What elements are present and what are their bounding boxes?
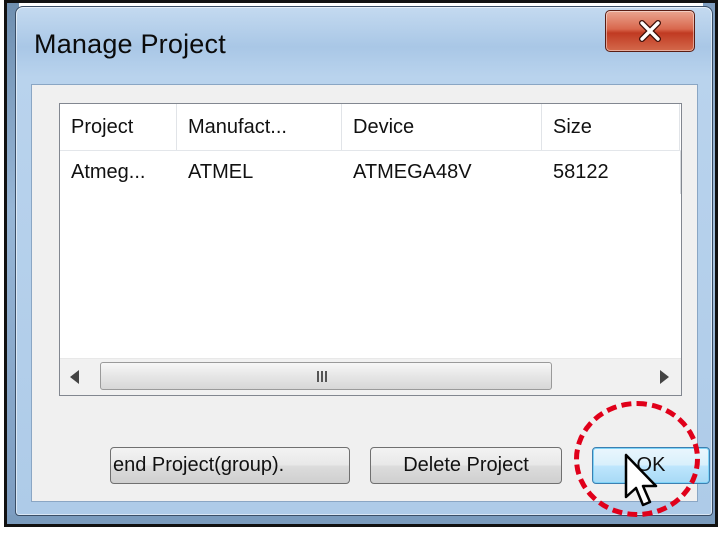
scrollbar-thumb[interactable] [100,362,552,390]
cell-project: Atmeg... [71,161,146,183]
delete-project-button[interactable]: Delete Project [370,447,562,484]
dialog-client-area: Project Manufact... Device Size Atmeg...… [31,84,710,502]
cell-manufacturer: ATMEL [188,161,254,183]
scrollbar-grip-icon [317,371,329,383]
column-header-project[interactable]: Project [60,104,177,150]
window-title: Manage Project [34,29,226,59]
scroll-left-arrow-icon[interactable] [70,370,79,384]
list-header: Project Manufact... Device Size [60,104,681,151]
cell-device: ATMEGA48V [353,161,472,183]
mouse-cursor-icon [624,453,658,507]
close-icon [639,20,661,42]
table-row[interactable]: Atmeg... ATMEL ATMEGA48V 58122 [60,151,681,194]
cell-size: 58122 [553,161,609,183]
column-header-size[interactable]: Size [542,104,680,150]
column-header-device[interactable]: Device [342,104,542,150]
append-project-button[interactable]: end Project(group). [110,447,350,484]
close-button[interactable] [605,10,695,52]
column-divider [680,151,681,194]
desktop-background-bottom [7,515,715,524]
scroll-right-arrow-icon[interactable] [660,370,669,384]
project-list[interactable]: Project Manufact... Device Size Atmeg...… [59,103,682,396]
manage-project-dialog: Manage Project Project Manufact... Devic… [15,6,713,516]
column-header-manufacturer[interactable]: Manufact... [177,104,342,150]
screenshot-frame: Manage Project Project Manufact... Devic… [4,0,718,527]
horizontal-scrollbar[interactable] [60,358,681,395]
